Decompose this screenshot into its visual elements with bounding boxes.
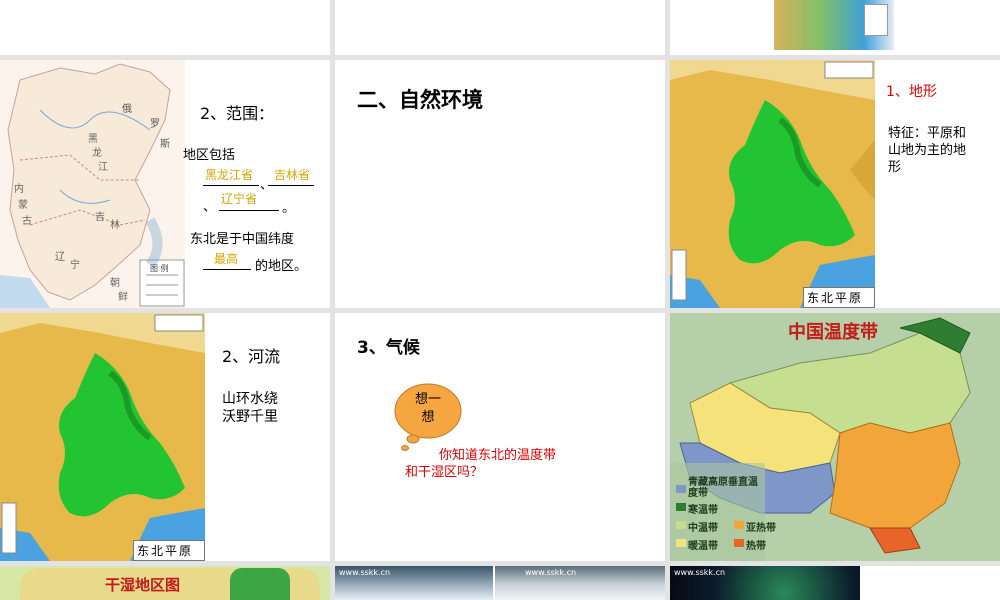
range-sep1: 、 (260, 178, 274, 193)
dry-wet-region-green (230, 568, 290, 600)
legend-label: 青藏高原垂直温度带 (688, 477, 758, 499)
dry-wet-title: 干湿地区图 (105, 576, 181, 594)
nature-heading: 二、自然环境 (357, 88, 483, 112)
map-label-russia-3: 斯 (160, 139, 170, 150)
map-label-hlj-3: 江 (98, 162, 108, 173)
slide-top-middle[interactable] (335, 0, 665, 55)
map-label-hlj-1: 黑 (88, 134, 98, 145)
map-label-russia-2: 罗 (150, 119, 160, 130)
slide-climate[interactable]: 3、气候 想一想 你知道东北的温度带 和干湿区吗？ (335, 313, 665, 561)
northeast-river-map: 东北平原 (0, 313, 205, 561)
terrain-map-caption: 东北平原 (807, 291, 864, 305)
legend-swatch (676, 485, 686, 493)
rivers-heading: 2、河流 (222, 347, 281, 366)
range-period: 。 (282, 201, 296, 216)
slide-terrain[interactable]: 东北平原 1、地形 特征：平原和 山地为主的地 形 (670, 60, 1000, 308)
map-label-korea-1: 朝 (110, 278, 120, 289)
map-label-hlj-2: 龙 (92, 148, 102, 159)
legend-label: 中温带 (688, 523, 718, 534)
legend-swatch (676, 503, 686, 511)
terrain-heading: 1、地形 (886, 84, 937, 100)
rivers-line1: 山环水绕 (222, 391, 278, 407)
legend-label: 热带 (746, 541, 766, 552)
slide-snow-photos[interactable]: www.sskk.cn www.sskk.cn (335, 566, 665, 600)
map-label-jl-2: 林 (110, 220, 120, 231)
blank-answer-jilin: 吉林省 (274, 168, 311, 182)
slide-top-right[interactable] (670, 0, 1000, 55)
slide-range[interactable]: 俄 罗 斯 黑 龙 江 吉 林 辽 宁 内 蒙 古 朝 鲜 图 例 2、范围： … (0, 60, 330, 308)
range-line3: 东北是于中国纬度 (190, 232, 295, 247)
range-sep2: 、 (203, 200, 217, 215)
blank-answer-liaoning: 辽宁省 (221, 192, 258, 206)
slide-natural-environment[interactable]: 二、自然环境 (335, 60, 665, 308)
legend-label: 暖温带 (688, 541, 718, 552)
snow-mountain-photo (495, 566, 665, 600)
map-label-russia-1: 俄 (122, 104, 132, 115)
legend-swatch (676, 521, 686, 529)
legend-swatch (734, 539, 744, 547)
map-label-ln-2: 宁 (70, 260, 80, 271)
photo-watermark: www.sskk.cn (525, 568, 577, 577)
slide-dry-wet-map[interactable]: 干湿地区图 (0, 566, 330, 600)
map-label-jl-1: 吉 (95, 212, 105, 223)
range-line4: 的地区。 (255, 259, 308, 274)
photo-watermark: www.sskk.cn (339, 568, 391, 577)
river-map-graphic (0, 313, 205, 561)
map-label-nm-2: 蒙 (18, 200, 28, 211)
temperature-map-title: 中国温度带 (788, 322, 878, 343)
blank-line-2 (268, 185, 314, 186)
map-legend-title: 图 例 (150, 264, 169, 273)
slide-rivers[interactable]: 东北平原 2、河流 山环水绕 沃野千里 (0, 313, 330, 561)
relief-map-graphic (670, 60, 875, 308)
northeast-admin-map: 俄 罗 斯 黑 龙 江 吉 林 辽 宁 内 蒙 古 朝 鲜 图 例 (0, 60, 185, 308)
legend-label: 亚热带 (746, 523, 776, 534)
blank-answer-highest: 最高 (214, 252, 239, 266)
northeast-relief-map-thumbnail (774, 0, 894, 50)
map-label-nm-3: 古 (22, 216, 32, 227)
range-line1: 地区包括 (183, 148, 236, 163)
slide-top-left[interactable] (0, 0, 330, 55)
slide-temperature-zones[interactable]: 中国温度带 青藏高原垂直温度带 寒温带 中温带 亚热带 暖温带 热带 (670, 313, 1000, 561)
rivers-map-caption: 东北平原 (137, 544, 194, 558)
photo-watermark: www.sskk.cn (674, 568, 726, 577)
legend-swatch (734, 521, 744, 529)
climate-question-2: 和干湿区吗？ (405, 465, 484, 480)
blank-line-4 (203, 269, 251, 270)
blank-line-1 (203, 185, 259, 186)
range-heading: 2、范围： (200, 104, 275, 123)
legend-swatch (676, 539, 686, 547)
temperature-legend: 青藏高原垂直温度带 寒温带 中温带 亚热带 暖温带 热带 (676, 473, 826, 559)
legend-label: 寒温带 (688, 505, 718, 516)
blank-answer-heilongjiang: 黑龙江省 (205, 168, 254, 182)
map-label-nm-1: 内 (14, 184, 24, 195)
blank-line-3 (219, 210, 279, 211)
northeast-relief-map: 东北平原 (670, 60, 875, 308)
map-label-ln-1: 辽 (55, 252, 65, 263)
rivers-line2: 沃野千里 (222, 409, 278, 425)
terrain-desc-3: 形 (888, 160, 902, 175)
slide-night-photo[interactable]: www.sskk.cn (670, 566, 1000, 600)
map-label-korea-2: 鲜 (118, 292, 128, 303)
climate-heading: 3、气候 (357, 338, 420, 358)
thought-cloud-text: 想一想 (415, 392, 442, 425)
